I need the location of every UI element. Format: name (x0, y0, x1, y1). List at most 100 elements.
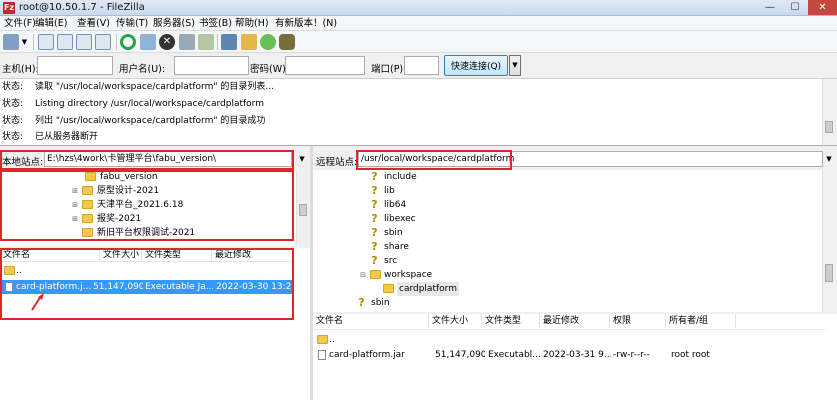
column-filename[interactable]: 文件名 (313, 314, 429, 328)
host-label: 主机(H): (2, 64, 39, 75)
window-title: root@10.50.1.7 - FileZilla (19, 2, 145, 13)
column-modified[interactable]: 最近修改 (212, 248, 294, 262)
file-icon (5, 282, 13, 292)
column-filesize[interactable]: 文件大小 (100, 248, 142, 262)
menu-edit[interactable]: 编辑(E) (35, 17, 67, 30)
menu-help[interactable]: 帮助(H) (235, 17, 269, 30)
menu-view[interactable]: 查看(V) (77, 17, 110, 30)
column-filename[interactable]: 文件名 (0, 248, 100, 262)
maximize-button[interactable]: ☐ (783, 0, 807, 15)
site-manager-icon[interactable] (3, 34, 19, 50)
username-input[interactable] (174, 56, 249, 75)
log-status-label: 状态: (2, 132, 24, 142)
remote-path-input[interactable]: /usr/local/workspace/cardplatform (358, 151, 823, 167)
scroll-thumb[interactable] (299, 204, 307, 216)
remote-path-dropdown-icon[interactable]: ▼ (823, 151, 835, 167)
collapse-icon[interactable]: ⊟ (359, 268, 367, 282)
compare-icon[interactable] (241, 34, 257, 50)
folder-icon (317, 335, 328, 344)
menu-file[interactable]: 文件(F) (4, 17, 36, 30)
remote-site-label: 远程站点: (316, 157, 358, 168)
port-label: 端口(P): (371, 64, 407, 75)
remote-site-bar: 远程站点: /usr/local/workspace/cardplatform … (313, 149, 837, 169)
toolbar-separator (116, 34, 117, 50)
quickconnect-bar: 主机(H): 用户名(U): 密码(W): 端口(P): 快速连接(Q) ▼ (0, 53, 837, 79)
menu-bookmarks[interactable]: 书签(B) (199, 17, 232, 30)
column-filetype[interactable]: 文件类型 (142, 248, 212, 262)
toolbar: ▼ ✕ (0, 31, 837, 53)
file-row-parent[interactable]: .. (0, 264, 294, 278)
unknown-folder-icon: ? (371, 226, 378, 239)
unknown-folder-icon: ? (371, 184, 378, 197)
host-input[interactable] (37, 56, 113, 75)
close-button[interactable]: ✕ (808, 0, 837, 15)
local-tree: fabu_version ⊞ 原型设计-2021 ⊞ 天津平台_2021.6.1… (0, 170, 310, 246)
column-owner[interactable]: 所有者/组 (666, 314, 736, 328)
port-input[interactable] (404, 56, 439, 75)
local-site-bar: 本地站点: E:\hzs\4work\卡管理平台\fabu_version\ ▼ (0, 149, 310, 169)
password-label: 密码(W): (250, 64, 290, 75)
remote-tree-scrollbar[interactable] (822, 170, 837, 312)
column-modified[interactable]: 最近修改 (540, 314, 610, 328)
folder-icon (82, 214, 93, 223)
log-scroll-thumb[interactable] (825, 121, 833, 133)
log-status-label: 状态: (2, 116, 24, 126)
unknown-folder-icon: ? (371, 240, 378, 253)
folder-icon (82, 228, 93, 237)
toggle-local-tree-icon[interactable] (57, 34, 73, 50)
password-input[interactable] (285, 56, 365, 75)
local-site-label: 本地站点: (2, 157, 44, 168)
log-status-label: 状态: (2, 82, 24, 92)
file-row[interactable]: card-platform.jar 51,147,090 Executabl..… (313, 348, 825, 362)
column-filesize[interactable]: 文件大小 (429, 314, 482, 328)
remote-file-list: 文件名 文件大小 文件类型 最近修改 权限 所有者/组 .. card-plat… (313, 314, 837, 400)
unknown-folder-icon: ? (358, 296, 365, 309)
log-message: 已从服务器断开 (35, 132, 99, 142)
local-path-dropdown-icon[interactable]: ▼ (296, 151, 308, 167)
dropdown-arrow-icon[interactable]: ▼ (20, 34, 29, 50)
menu-server[interactable]: 服务器(S) (153, 17, 195, 30)
toggle-remote-tree-icon[interactable] (76, 34, 92, 50)
cancel-icon[interactable]: ✕ (159, 34, 175, 50)
local-tree-scrollbar[interactable] (296, 170, 310, 246)
unknown-folder-icon: ? (371, 198, 378, 211)
process-queue-icon[interactable] (140, 34, 156, 50)
column-filetype[interactable]: 文件类型 (482, 314, 540, 328)
menu-new-version[interactable]: 有新版本！(N) (275, 17, 337, 30)
filezilla-app-icon: Fz (3, 2, 15, 14)
column-permissions[interactable]: 权限 (610, 314, 666, 328)
filter-icon[interactable] (221, 34, 237, 50)
expand-icon[interactable]: ⊞ (71, 184, 79, 198)
quickconnect-dropdown-icon[interactable]: ▼ (509, 55, 521, 76)
folder-icon (82, 186, 93, 195)
unknown-folder-icon: ? (371, 254, 378, 267)
local-path-input[interactable]: E:\hzs\4work\卡管理平台\fabu_version\ (44, 151, 292, 167)
reconnect-icon[interactable] (198, 34, 214, 50)
toggle-log-icon[interactable] (38, 34, 54, 50)
search-icon[interactable] (279, 34, 295, 50)
log-scrollbar[interactable] (822, 79, 837, 145)
refresh-icon[interactable] (120, 34, 136, 50)
folder-icon (370, 270, 381, 279)
minimize-button[interactable]: — (758, 0, 782, 15)
file-row-parent[interactable]: .. (313, 333, 825, 347)
sync-browse-icon[interactable] (260, 34, 276, 50)
folder-icon (82, 200, 93, 209)
remote-list-header: 文件名 文件大小 文件类型 最近修改 权限 所有者/组 (313, 314, 825, 330)
toolbar-separator (217, 34, 218, 50)
expand-icon[interactable]: ⊞ (71, 212, 79, 226)
quickconnect-button[interactable]: 快速连接(Q) (444, 55, 508, 76)
unknown-folder-icon: ? (371, 212, 378, 225)
scroll-thumb[interactable] (825, 264, 833, 282)
log-message: 读取 "/usr/local/workspace/cardplatform" 的… (35, 82, 274, 92)
menu-transfer[interactable]: 传输(T) (116, 17, 148, 30)
disconnect-icon[interactable] (179, 34, 195, 50)
unknown-folder-icon: ? (371, 170, 378, 183)
log-message: Listing directory /usr/local/workspace/c… (35, 99, 264, 109)
toggle-queue-icon[interactable] (95, 34, 111, 50)
pane-splitter[interactable] (310, 146, 313, 400)
expand-icon[interactable]: ⊞ (71, 198, 79, 212)
log-status-label: 状态: (2, 99, 24, 109)
title-bar: Fz root@10.50.1.7 - FileZilla — ☐ ✕ (0, 0, 837, 16)
annotation-arrow-icon (31, 293, 44, 311)
